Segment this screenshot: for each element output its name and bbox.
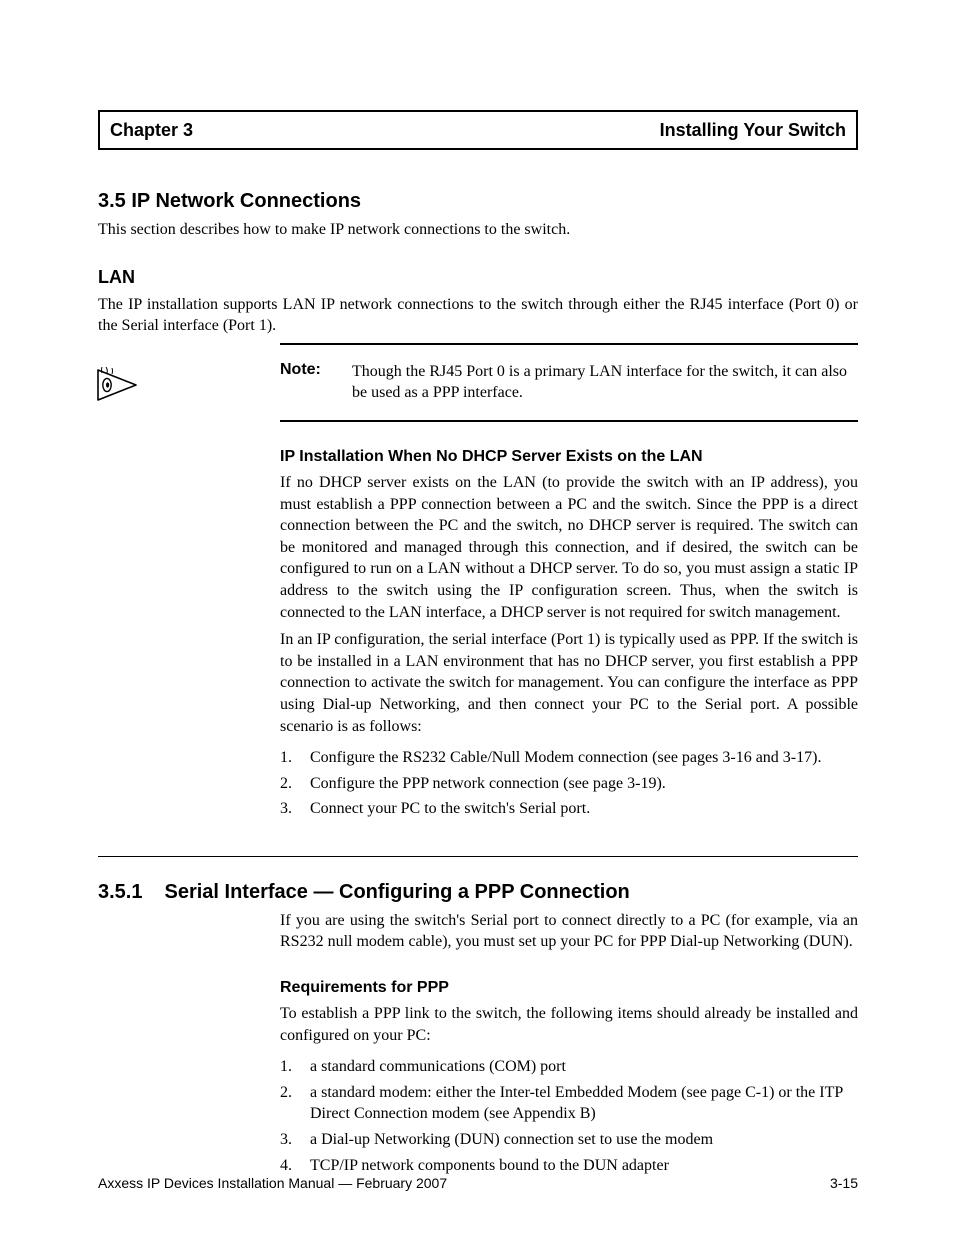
lan-indent-block: IP Installation When No DHCP Server Exis… [280,448,858,820]
note-label: Note: [280,361,352,379]
footer-right: 3-15 [830,1175,858,1191]
list-item: 4.TCP/IP network components bound to the… [280,1155,858,1177]
section-title: Serial Interface — Configuring a PPP Con… [164,881,629,904]
section-lead-text: This section describes how to make IP ne… [98,219,858,241]
req-text: TCP/IP network components bound to the D… [310,1155,669,1177]
list-item: 1.Configure the RS232 Cable/Null Modem c… [280,747,858,769]
list-item: 2.Configure the PPP network connection (… [280,773,858,795]
sec3-req-title: Requirements for PPP [280,979,858,997]
section-title-3-5: 3.5 IP Network Connections [98,190,858,213]
no-dhcp-para-2: In an IP configuration, the serial inter… [280,629,858,737]
page-content: 3.5 IP Network Connections This section … [98,190,858,1186]
req-text: a standard communications (COM) port [310,1056,566,1078]
req-text: a Dial-up Networking (DUN) connection se… [310,1129,713,1151]
note-rule-bottom [280,420,858,422]
step-text: Connect your PC to the switch's Serial p… [310,798,590,820]
no-dhcp-steps: 1.Configure the RS232 Cable/Null Modem c… [280,747,858,820]
lan-para: The IP installation supports LAN IP netw… [98,294,858,337]
list-item: 2.a standard modem: either the Inter-tel… [280,1082,858,1125]
req-text: a standard modem: either the Inter-tel E… [310,1082,858,1125]
sec3-indent-block: If you are using the switch's Serial por… [280,910,858,1176]
section-divider [98,856,858,857]
list-item: 3.Connect your PC to the switch's Serial… [280,798,858,820]
chapter-left: Chapter 3 [110,120,193,141]
section-3-5-1-header: 3.5.1 Serial Interface — Configuring a P… [98,881,858,904]
eye-icon [92,367,138,403]
no-dhcp-para-1: If no DHCP server exists on the LAN (to … [280,472,858,623]
subhead-lan: LAN [98,267,858,288]
chapter-right: Installing Your Switch [660,120,846,141]
chapter-header: Chapter 3 Installing Your Switch [98,110,858,150]
page-footer: Axxess IP Devices Installation Manual — … [98,1175,858,1191]
list-item: 3.a Dial-up Networking (DUN) connection … [280,1129,858,1151]
step-text: Configure the PPP network connection (se… [310,773,666,795]
note-block: Note: Though the RJ45 Port 0 is a primar… [98,343,858,422]
list-item: 1.a standard communications (COM) port [280,1056,858,1078]
sec3-req-text: To establish a PPP link to the switch, t… [280,1003,858,1046]
footer-left: Axxess IP Devices Installation Manual — … [98,1175,447,1191]
subhead-no-dhcp: IP Installation When No DHCP Server Exis… [280,448,858,466]
step-text: Configure the RS232 Cable/Null Modem con… [310,747,821,769]
note-text: Though the RJ45 Port 0 is a primary LAN … [352,361,858,404]
sec3-req-list: 1.a standard communications (COM) port 2… [280,1056,858,1176]
section-number: 3.5.1 [98,881,142,904]
sec3-intro: If you are using the switch's Serial por… [280,910,858,953]
